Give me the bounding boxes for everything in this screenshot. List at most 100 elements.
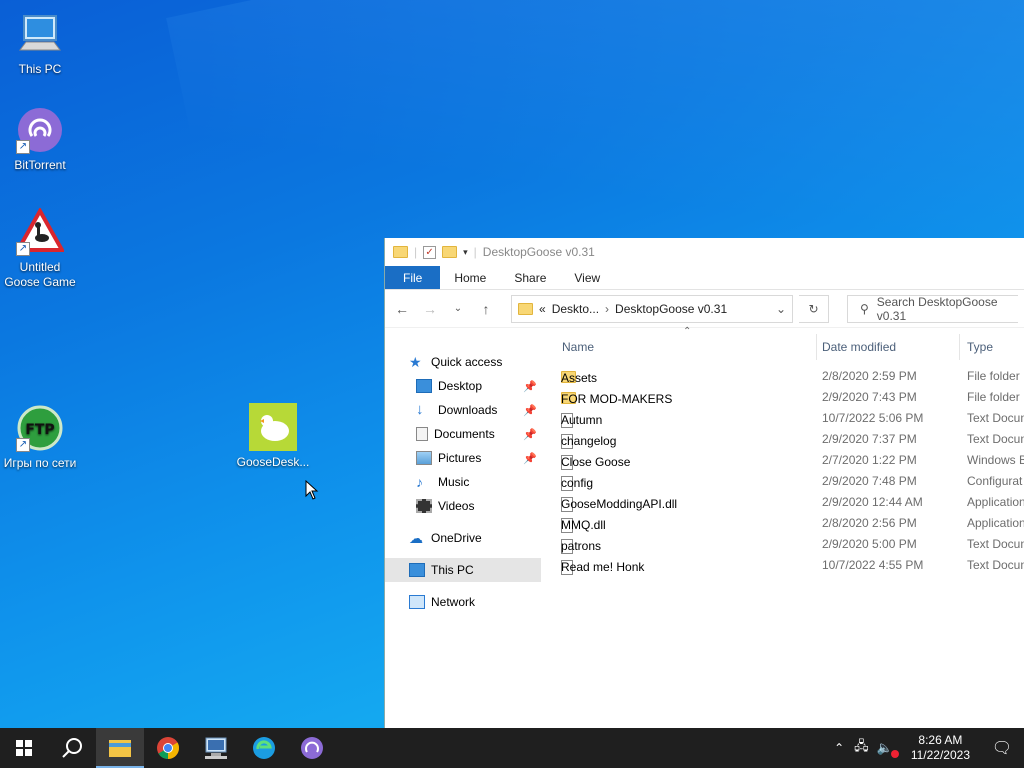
- file-row[interactable]: patrons 2/9/2020 5:00 PM Text Docun: [561, 534, 1024, 555]
- breadcrumb-current[interactable]: DesktopGoose v0.31: [615, 302, 727, 316]
- column-header-type[interactable]: Type: [967, 340, 993, 354]
- bittorrent-icon: [301, 737, 323, 759]
- nav-item-desktop[interactable]: Desktop 📌: [385, 374, 541, 398]
- file-row[interactable]: MMQ.dll 2/8/2020 2:56 PM Application: [561, 513, 1024, 534]
- file-row[interactable]: GooseModdingAPI.dll 2/9/2020 12:44 AM Appl…: [561, 492, 1024, 513]
- film-icon: [416, 499, 432, 513]
- pin-icon: 📌: [523, 452, 537, 465]
- documents-icon: [416, 427, 428, 441]
- nav-item-onedrive[interactable]: ☁ OneDrive: [385, 526, 541, 550]
- nav-item-downloads[interactable]: ↓ Downloads 📌: [385, 398, 541, 422]
- file-date-modified: 2/9/2020 5:00 PM: [822, 537, 917, 551]
- new-folder-icon[interactable]: [442, 246, 458, 258]
- network-computer-icon: [205, 737, 227, 759]
- nav-item-videos[interactable]: Videos: [385, 494, 541, 518]
- music-note-icon: ♪: [416, 474, 423, 490]
- back-arrow-icon[interactable]: ←: [391, 301, 413, 317]
- column-header-date-modified[interactable]: Date modified: [822, 340, 896, 354]
- file-type: Configurat: [967, 474, 1023, 488]
- file-type: File folder: [967, 369, 1020, 383]
- nav-item-network[interactable]: Network: [385, 590, 541, 614]
- properties-icon[interactable]: ✓: [423, 245, 437, 259]
- file-row[interactable]: Autumn 10/7/2022 5:06 PM Text Docun: [561, 408, 1024, 429]
- file-row[interactable]: FOR MOD-MAKERS 2/9/2020 7:43 PM File folde…: [561, 387, 1024, 408]
- file-row[interactable]: Assets 2/8/2020 2:59 PM File folder: [561, 366, 1024, 387]
- show-hidden-icons-chevron-icon[interactable]: ⌃: [828, 741, 850, 755]
- search-box[interactable]: ⚲ Search DesktopGoose v0.31: [847, 294, 1018, 323]
- forward-arrow-icon[interactable]: →: [419, 301, 441, 317]
- file-name: Close Goose: [561, 455, 631, 469]
- file-row[interactable]: Read me! Honk 10/7/2022 4:55 PM Text Docun: [561, 555, 1024, 576]
- file-row[interactable]: changelog 2/9/2020 7:37 PM Text Docun: [561, 429, 1024, 450]
- desktop-icon-this-pc[interactable]: This PC: [0, 10, 80, 77]
- desktop-icon-label: Untitled Goose Game: [4, 260, 76, 289]
- tab-home[interactable]: Home: [440, 266, 500, 289]
- shortcut-arrow-icon: ↗: [16, 140, 30, 154]
- nav-item-this-pc[interactable]: This PC: [385, 558, 541, 582]
- nav-label: OneDrive: [431, 531, 482, 545]
- breadcrumb-desktop[interactable]: Deskto...: [552, 302, 599, 316]
- search-button[interactable]: [48, 728, 96, 768]
- tab-file[interactable]: File: [385, 266, 441, 289]
- clock-date: 11/22/2023: [910, 748, 970, 762]
- desktop-folder-icon: [416, 379, 432, 393]
- quick-access-dropdown-icon[interactable]: ▾: [463, 247, 468, 258]
- file-date-modified: 2/8/2020 2:59 PM: [822, 369, 917, 383]
- system-tray: ⌃ 🖧 🔈 8:26 AM 11/22/2023 🗨: [828, 728, 1024, 768]
- nav-item-pictures[interactable]: Pictures 📌: [385, 446, 541, 470]
- windows-logo-icon: [16, 740, 32, 756]
- file-row[interactable]: config 2/9/2020 7:48 PM Configurat: [561, 471, 1024, 492]
- tab-share[interactable]: Share: [500, 266, 560, 289]
- tab-view[interactable]: View: [560, 266, 614, 289]
- start-button[interactable]: [0, 728, 48, 768]
- search-input[interactable]: Search DesktopGoose v0.31: [877, 295, 1018, 323]
- refresh-icon[interactable]: ↻: [799, 294, 829, 323]
- desktop-icon-goosedesktop[interactable]: GooseDesk...: [233, 403, 313, 470]
- nav-label: Quick access: [431, 355, 503, 369]
- desktop-icon-bittorrent[interactable]: ↗ BitTorrent: [0, 106, 80, 173]
- column-header-name[interactable]: Name: [562, 340, 594, 354]
- address-overflow-icon[interactable]: «: [539, 302, 546, 316]
- volume-muted-icon[interactable]: 🔈: [873, 740, 901, 758]
- file-type: Windows B: [967, 453, 1024, 467]
- taskbar-network-app[interactable]: [192, 728, 240, 768]
- taskbar-bittorrent[interactable]: [288, 728, 336, 768]
- file-name: GooseModdingAPI.dll: [561, 497, 678, 511]
- ftp-icon: FTP ↗: [16, 404, 64, 452]
- nav-item-quick-access[interactable]: ★ Quick access: [385, 350, 541, 374]
- navigation-pane: ★ Quick access Desktop 📌 ↓ Downloads 📌 D…: [385, 328, 541, 728]
- taskbar-clock[interactable]: 8:26 AM 11/22/2023: [901, 733, 980, 763]
- address-bar[interactable]: « Deskto... › DesktopGoose v0.31 ⌄: [511, 294, 793, 323]
- nav-label: This PC: [431, 563, 474, 577]
- network-status-icon[interactable]: 🖧: [850, 737, 873, 759]
- file-name: Autumn: [561, 413, 603, 427]
- nav-label: Documents: [434, 427, 495, 441]
- column-headers: Name ⌃ Date modified Type: [561, 326, 1024, 366]
- file-type: File folder: [967, 390, 1020, 404]
- folder-icon: [393, 246, 408, 258]
- bittorrent-icon: ↗: [16, 106, 64, 154]
- notification-center-icon[interactable]: 🗨: [980, 738, 1024, 758]
- file-type: Text Docun: [967, 411, 1024, 425]
- file-date-modified: 2/9/2020 12:44 AM: [822, 495, 923, 509]
- desktop-icon-ftp[interactable]: FTP ↗ Игры по сети: [0, 404, 80, 471]
- recent-locations-chevron-icon[interactable]: ⌄: [447, 303, 469, 314]
- taskbar-edge[interactable]: [240, 728, 288, 768]
- folder-icon: [518, 302, 533, 315]
- file-name: Assets: [561, 371, 598, 385]
- file-date-modified: 2/9/2020 7:48 PM: [822, 474, 917, 488]
- taskbar: ⌃ 🖧 🔈 8:26 AM 11/22/2023 🗨: [0, 728, 1024, 768]
- pictures-icon: [416, 451, 432, 465]
- nav-item-documents[interactable]: Documents 📌: [385, 422, 541, 446]
- address-dropdown-chevron-icon[interactable]: ⌄: [776, 302, 786, 316]
- sort-ascending-icon: ⌃: [683, 326, 692, 337]
- desktop-icon-label: BitTorrent: [14, 158, 66, 172]
- taskbar-file-explorer[interactable]: [96, 728, 144, 768]
- pin-icon: 📌: [523, 428, 537, 441]
- file-name: FOR MOD-MAKERS: [561, 392, 673, 406]
- nav-item-music[interactable]: ♪ Music: [385, 470, 541, 494]
- taskbar-chrome[interactable]: [144, 728, 192, 768]
- up-arrow-icon[interactable]: ↑: [475, 301, 497, 317]
- file-row[interactable]: Close Goose 2/7/2020 1:22 PM Windows B: [561, 450, 1024, 471]
- desktop-icon-untitled-goose-game[interactable]: ↗ Untitled Goose Game: [0, 206, 80, 290]
